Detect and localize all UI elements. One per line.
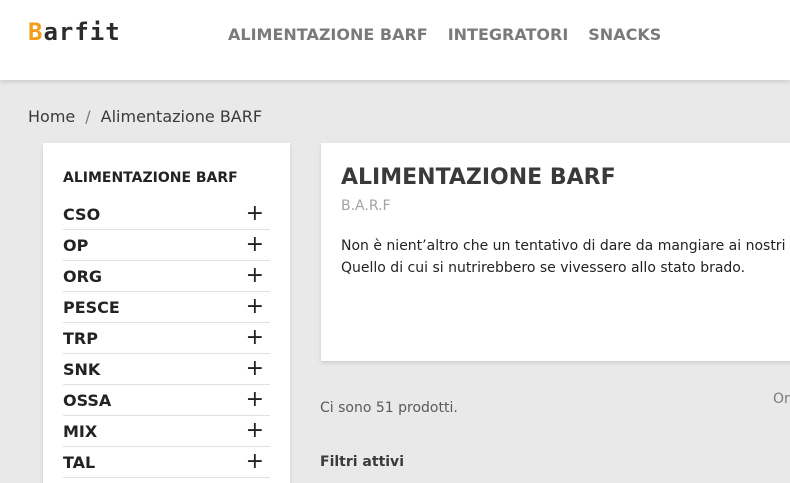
plus-icon[interactable]: + — [246, 203, 264, 225]
brand-logo[interactable]: Barfit — [28, 18, 121, 46]
active-filters-title: Filtri attivi — [320, 454, 404, 470]
sidebar-item-label[interactable]: TRP — [63, 329, 98, 348]
nav-alimentazione-barf[interactable]: ALIMENTAZIONE BARF — [228, 25, 428, 44]
sidebar-item-label[interactable]: SNK — [63, 360, 100, 379]
page-title: ALIMENTAZIONE BARF — [341, 165, 616, 190]
plus-icon[interactable]: + — [246, 296, 264, 318]
sidebar-item-mix[interactable]: MIX + — [63, 416, 270, 447]
site-header: Barfit ALIMENTAZIONE BARF INTEGRATORI SN… — [0, 0, 790, 80]
plus-icon[interactable]: + — [246, 420, 264, 442]
sidebar-item-snk[interactable]: SNK + — [63, 354, 270, 385]
main-nav: ALIMENTAZIONE BARF INTEGRATORI SNACKS — [228, 25, 661, 44]
plus-icon[interactable]: + — [246, 327, 264, 349]
sidebar-item-label[interactable]: MIX — [63, 422, 97, 441]
sidebar-item-cso[interactable]: CSO + — [63, 199, 270, 230]
logo-text: arfit — [43, 18, 121, 46]
nav-integratori[interactable]: INTEGRATORI — [448, 25, 569, 44]
plus-icon[interactable]: + — [246, 451, 264, 473]
sidebar-item-label[interactable]: CSO — [63, 205, 100, 224]
sidebar-item-label[interactable]: TAL — [63, 453, 95, 472]
sidebar-item-trp[interactable]: TRP + — [63, 323, 270, 354]
sort-by-dropdown[interactable]: Or — [773, 391, 790, 407]
breadcrumb: Home / Alimentazione BARF — [28, 107, 262, 126]
sidebar-item-label[interactable]: OSSA — [63, 391, 111, 410]
sidebar-item-pesce[interactable]: PESCE + — [63, 292, 270, 323]
category-header-card: ALIMENTAZIONE BARF B.A.R.F Non è nient’a… — [321, 143, 790, 361]
sidebar-title: ALIMENTAZIONE BARF — [63, 170, 238, 186]
category-description: Non è nient’altro che un tentativo di da… — [341, 235, 785, 279]
category-subtitle: B.A.R.F — [341, 198, 391, 214]
sidebar-item-label[interactable]: OP — [63, 236, 88, 255]
logo-initial: B — [28, 18, 44, 46]
sidebar-item-ossa[interactable]: OSSA + — [63, 385, 270, 416]
sidebar-item-label[interactable]: ORG — [63, 267, 102, 286]
sidebar-item-label[interactable]: PESCE — [63, 298, 120, 317]
sidebar-item-org[interactable]: ORG + — [63, 261, 270, 292]
description-line: Non è nient’altro che un tentativo di da… — [341, 238, 786, 254]
breadcrumb-separator: / — [85, 107, 91, 126]
breadcrumb-home[interactable]: Home — [28, 107, 75, 126]
plus-icon[interactable]: + — [246, 265, 264, 287]
plus-icon[interactable]: + — [246, 358, 264, 380]
breadcrumb-current[interactable]: Alimentazione BARF — [101, 107, 262, 126]
nav-snacks[interactable]: SNACKS — [588, 25, 661, 44]
category-sidebar: ALIMENTAZIONE BARF CSO + OP + ORG + PESCE + … — [43, 143, 290, 483]
plus-icon[interactable]: + — [246, 389, 264, 411]
description-line: Quello di cui si nutrirebbero se vivesse… — [341, 260, 746, 276]
product-count: Ci sono 51 prodotti. — [320, 400, 458, 416]
sidebar-item-op[interactable]: OP + — [63, 230, 270, 261]
sidebar-item-tal[interactable]: TAL + — [63, 447, 270, 478]
plus-icon[interactable]: + — [246, 234, 264, 256]
category-list: CSO + OP + ORG + PESCE + TRP + SNK + OSSA + MIX… — [63, 199, 270, 478]
